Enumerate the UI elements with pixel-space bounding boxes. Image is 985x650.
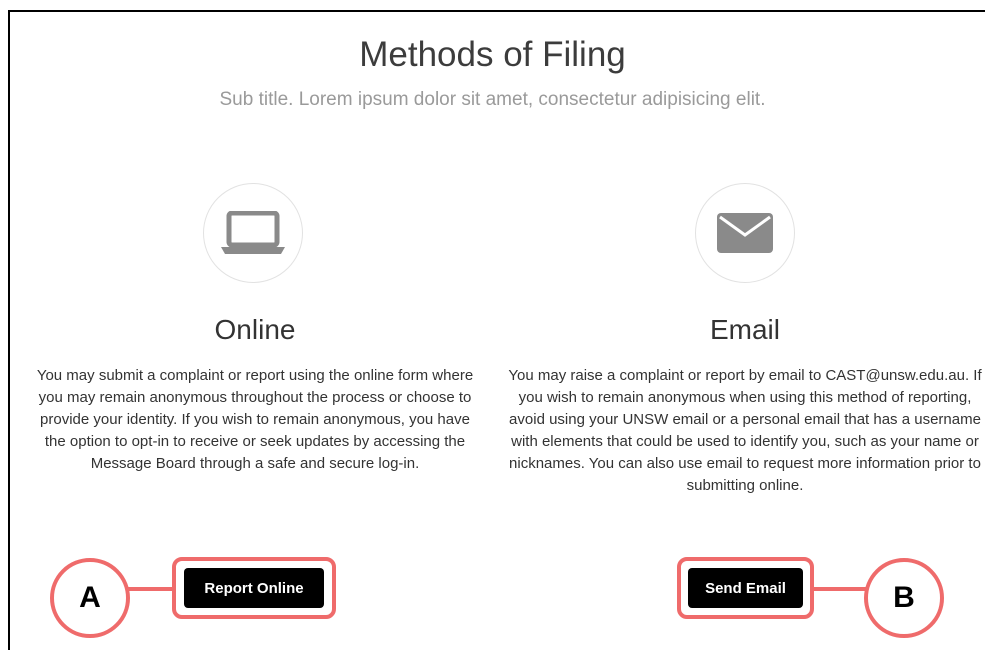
page-title: Methods of Filing	[359, 35, 626, 74]
page-subtitle: Sub title. Lorem ipsum dolor sit amet, c…	[219, 89, 766, 110]
send-email-highlight: Send Email	[677, 557, 814, 619]
email-title: Email	[709, 314, 780, 345]
report-online-button[interactable]: Report Online	[184, 568, 324, 608]
email-description: You may raise a complaint or report by e…	[508, 367, 982, 494]
online-icon-circle	[203, 183, 303, 283]
report-online-highlight: Report Online	[172, 557, 336, 619]
online-description: You may submit a complaint or report usi…	[36, 367, 474, 472]
email-icon-circle	[695, 183, 795, 283]
marker-a: A	[50, 558, 130, 638]
envelope-icon	[717, 213, 773, 253]
marker-b-connector	[810, 587, 868, 591]
online-title: Online	[214, 314, 296, 345]
laptop-icon	[221, 211, 285, 254]
marker-a-connector	[126, 587, 176, 591]
send-email-button[interactable]: Send Email	[688, 568, 803, 608]
marker-b: B	[864, 558, 944, 638]
